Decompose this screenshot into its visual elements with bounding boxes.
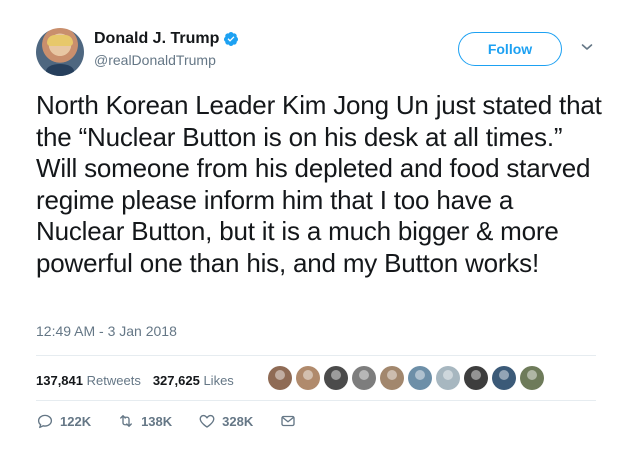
retweet-button[interactable]: 138K <box>117 412 172 430</box>
reply-button[interactable]: 122K <box>36 412 91 430</box>
retweets-label: Retweets <box>86 372 141 388</box>
divider <box>36 400 596 401</box>
verified-badge-icon <box>224 32 239 46</box>
likes-stat[interactable]: 327,625 Likes <box>153 373 234 388</box>
author-handle[interactable]: @realDonaldTrump <box>94 51 239 69</box>
liker-avatar[interactable] <box>436 366 460 390</box>
retweet-icon <box>120 415 133 427</box>
tweet-text: North Korean Leader Kim Jong Un just sta… <box>36 90 602 278</box>
avatar[interactable] <box>36 28 84 76</box>
direct-message-button[interactable] <box>279 412 297 430</box>
likes-count: 327,625 <box>152 372 200 388</box>
liker-avatar[interactable] <box>464 366 488 390</box>
reply-count: 122K <box>60 413 92 429</box>
author-display-name[interactable]: Donald J. Trump <box>94 29 219 49</box>
chevron-down-icon[interactable] <box>581 41 593 53</box>
liker-avatar[interactable] <box>408 366 432 390</box>
retweets-stat[interactable]: 137,841 Retweets <box>36 373 141 388</box>
tweet-header: Donald J. Trump @realDonaldTrump Follow <box>36 24 606 78</box>
liker-avatar[interactable] <box>520 366 544 390</box>
like-button[interactable]: 328K <box>198 412 253 430</box>
tweet-card: Donald J. Trump @realDonaldTrump Follow … <box>0 0 633 450</box>
liker-avatar[interactable] <box>324 366 348 390</box>
liker-avatar[interactable] <box>352 366 376 390</box>
author-info: Donald J. Trump @realDonaldTrump <box>94 29 239 69</box>
tweet-timestamp[interactable]: 12:49 AM - 3 Jan 2018 <box>36 323 177 339</box>
retweet-count: 138K <box>141 413 173 429</box>
liker-avatar[interactable] <box>492 366 516 390</box>
like-count: 328K <box>222 413 254 429</box>
tweet-stats: 137,841 Retweets 327,625 Likes <box>36 368 246 392</box>
divider <box>36 355 596 356</box>
likes-label: Likes <box>203 372 234 388</box>
liker-avatar[interactable] <box>296 366 320 390</box>
retweets-count: 137,841 <box>36 372 83 388</box>
liker-avatar[interactable] <box>380 366 404 390</box>
reply-icon <box>37 414 53 429</box>
liker-avatar[interactable] <box>268 366 292 390</box>
follow-button[interactable]: Follow <box>458 32 562 66</box>
message-icon <box>281 415 295 427</box>
liker-avatars <box>268 366 544 390</box>
heart-icon <box>199 414 215 428</box>
tweet-actions: 122K 138K 328K <box>36 412 323 430</box>
